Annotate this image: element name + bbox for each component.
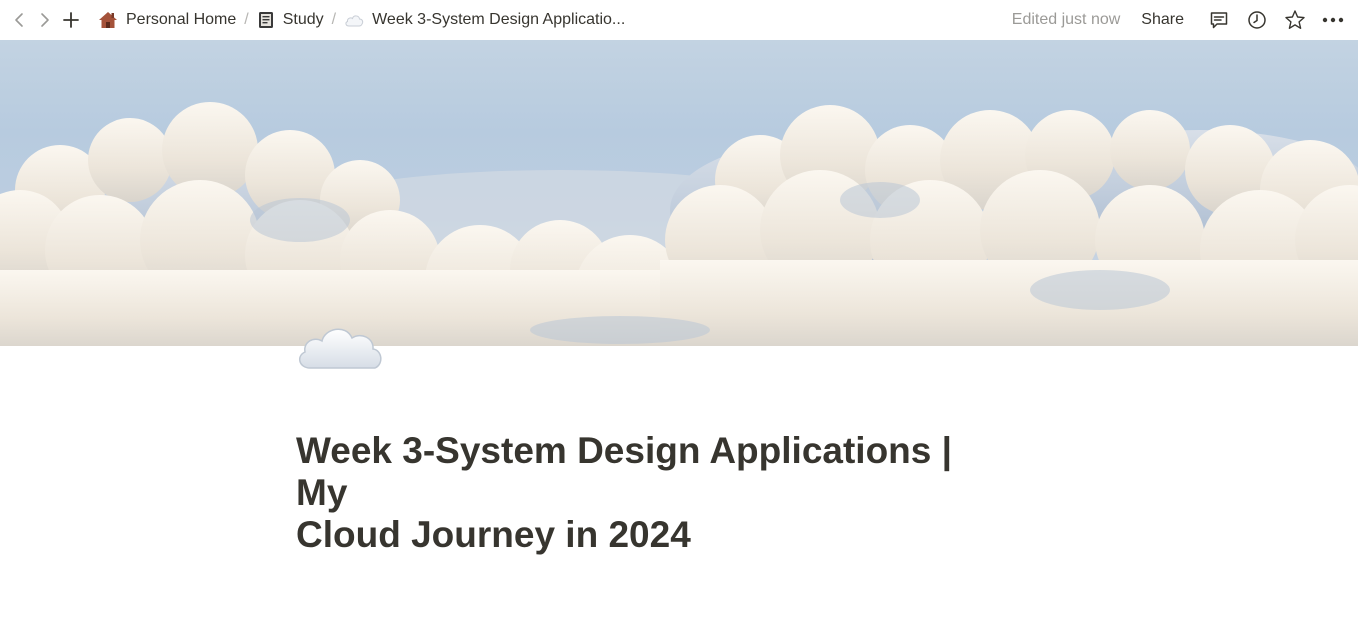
comment-icon bbox=[1210, 12, 1228, 29]
page-icon[interactable] bbox=[296, 308, 386, 374]
forward-button[interactable] bbox=[32, 7, 58, 33]
share-button[interactable]: Share bbox=[1141, 11, 1184, 29]
back-button[interactable] bbox=[6, 7, 32, 33]
house-icon bbox=[99, 12, 117, 28]
chevron-right-icon bbox=[41, 13, 49, 27]
plus-icon bbox=[63, 12, 79, 28]
breadcrumb-personal-home[interactable]: Personal Home bbox=[94, 8, 240, 32]
breadcrumb-separator: / bbox=[331, 11, 337, 28]
clock-icon bbox=[1248, 11, 1266, 29]
breadcrumb-current-page[interactable]: Week 3-System Design Applicatio... bbox=[340, 8, 629, 32]
add-page-button[interactable] bbox=[58, 7, 84, 33]
cloud-icon bbox=[298, 328, 382, 369]
comments-button[interactable] bbox=[1204, 5, 1234, 35]
chevron-left-icon bbox=[15, 13, 23, 27]
favorite-button[interactable] bbox=[1280, 5, 1310, 35]
breadcrumb-study[interactable]: Study bbox=[253, 8, 328, 32]
more-options-button[interactable] bbox=[1318, 5, 1348, 35]
breadcrumb-label: Personal Home bbox=[126, 11, 237, 28]
notebook-icon bbox=[258, 12, 273, 28]
cloud-icon bbox=[345, 15, 364, 27]
updates-button[interactable] bbox=[1242, 5, 1272, 35]
page-title-line-2: Cloud Journey in 2024 bbox=[296, 514, 691, 555]
page-title-line-1: Week 3-System Design Applications | My bbox=[296, 430, 952, 513]
more-icon bbox=[1322, 17, 1344, 23]
star-icon bbox=[1285, 10, 1305, 29]
breadcrumb-label: Week 3-System Design Applicatio... bbox=[372, 11, 626, 28]
page-cover[interactable] bbox=[0, 40, 1358, 346]
page-title[interactable]: Week 3-System Design Applications | My C… bbox=[296, 430, 996, 556]
breadcrumb-label: Study bbox=[282, 11, 324, 28]
edited-status: Edited just now bbox=[1011, 11, 1121, 28]
top-bar: Personal Home / Study / Week 3-System De… bbox=[0, 0, 1358, 40]
clouds-cover-image bbox=[0, 102, 1358, 346]
top-bar-actions: Edited just now Share bbox=[1012, 0, 1352, 40]
breadcrumb-separator: / bbox=[244, 11, 249, 28]
